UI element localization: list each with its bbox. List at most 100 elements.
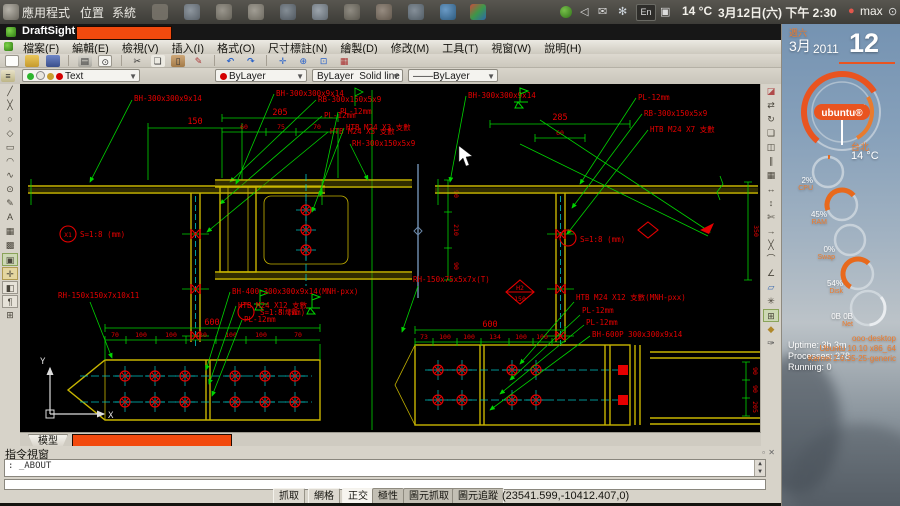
trim-tool-icon[interactable]: ✄	[763, 211, 779, 224]
gauge-label: RAM	[811, 219, 827, 226]
linetype-combo[interactable]: ByLayer Solid line ▼	[312, 69, 403, 82]
properties-tool-icon[interactable]: ✑	[763, 337, 779, 350]
redo-icon[interactable]: ↷	[244, 55, 258, 67]
edit-polyline-tool-icon[interactable]: ▱	[763, 281, 779, 294]
insert-tool-icon[interactable]: ◧	[2, 281, 18, 294]
tray-network-icon[interactable]: ▣	[660, 5, 670, 18]
gauge-disk	[840, 256, 876, 292]
properties-icon[interactable]: ▦	[337, 55, 351, 67]
region-tool-icon[interactable]: ▩	[2, 239, 18, 252]
offset-tool-icon[interactable]: ∥	[763, 155, 779, 168]
launcher-draftsight-icon[interactable]	[470, 4, 486, 20]
command-history[interactable]: : _ABOUT ▲ ▼	[4, 459, 766, 477]
panel-temperature[interactable]: 14 °C	[682, 4, 712, 18]
panel-clock[interactable]: 3月12日(六) 下午 2:30	[718, 4, 837, 21]
sketch-tool-icon[interactable]: ✎	[2, 197, 18, 210]
launcher-icon[interactable]	[248, 4, 264, 20]
tray-volume-icon[interactable]: ◁	[580, 5, 588, 18]
explode-tool-icon[interactable]: ✳	[763, 295, 779, 308]
cell-tool-icon[interactable]: ⊞	[2, 309, 18, 322]
drawing-canvas[interactable]: .g{stroke:#00d400;stroke-width:0.8;fill:…	[20, 84, 760, 432]
format-painter-icon[interactable]: ✎	[192, 55, 206, 67]
spline-tool-icon[interactable]: ∿	[2, 169, 18, 182]
pan-icon[interactable]: ✛	[276, 55, 290, 67]
zoom-fit-icon[interactable]: ⊕	[296, 55, 310, 67]
tray-status-icon[interactable]	[560, 6, 572, 18]
arc-tool-icon[interactable]: ◠	[2, 155, 18, 168]
launcher-icon[interactable]	[312, 4, 328, 20]
annotate-tool-icon[interactable]: ◆	[763, 323, 779, 336]
launcher-icon[interactable]	[280, 4, 296, 20]
launcher-browser-icon[interactable]	[440, 4, 456, 20]
launcher-icon[interactable]	[344, 4, 360, 20]
menu-places[interactable]: 位置	[80, 4, 104, 21]
tray-sound-menu-icon[interactable]: ●	[848, 5, 855, 17]
save-icon[interactable]	[45, 55, 60, 67]
rectangle-tool-icon[interactable]: ▭	[2, 141, 18, 154]
layer-value: Text	[65, 71, 84, 82]
tray-weather-icon[interactable]: ✻	[618, 5, 627, 18]
new-file-icon[interactable]	[5, 55, 19, 67]
polygon-tool-icon[interactable]: ◇	[2, 127, 18, 140]
menu-applications[interactable]: 應用程式	[22, 4, 70, 21]
copy-tool-icon[interactable]: ❏	[763, 127, 779, 140]
open-file-icon[interactable]	[25, 55, 40, 67]
pattern-tool-icon[interactable]: ▦	[763, 169, 779, 182]
cells-tool-icon[interactable]: ⊞	[763, 309, 779, 322]
keyboard-indicator[interactable]: En	[636, 4, 656, 21]
launcher-icon[interactable]	[152, 4, 168, 20]
chamfer-tool-icon[interactable]: ∠	[763, 267, 779, 280]
cut-icon[interactable]: ✂	[130, 55, 144, 67]
launcher-icon[interactable]	[408, 4, 424, 20]
dim-text: 90	[452, 262, 460, 270]
launcher-icon[interactable]	[216, 4, 232, 20]
chevron-down-icon: ▼	[487, 72, 495, 81]
sys-host: ooo-desktop	[851, 334, 896, 343]
move-tool-icon[interactable]: ⇄	[763, 99, 779, 112]
close-panel-icon[interactable]: ✕	[768, 448, 775, 457]
mirror-tool-icon[interactable]: ◫	[763, 141, 779, 154]
launcher-icon[interactable]	[376, 4, 392, 20]
print-icon[interactable]: ▤	[77, 55, 92, 67]
copy-icon[interactable]: ❏	[150, 55, 165, 67]
color-value: ByLayer	[229, 71, 266, 82]
distro-menu-icon[interactable]	[3, 4, 19, 20]
launcher-icon[interactable]	[184, 4, 200, 20]
stretch-tool-icon[interactable]: ↔	[763, 183, 779, 196]
hatch-tool-icon[interactable]: ▦	[2, 225, 18, 238]
extend-tool-icon[interactable]: →	[763, 225, 779, 238]
scale-tool-icon[interactable]: ↕	[763, 197, 779, 210]
construction-line-tool-icon[interactable]: ╳	[2, 99, 18, 112]
text-tool-icon[interactable]: A	[2, 211, 18, 224]
note-tool-icon[interactable]: ¶	[2, 295, 18, 308]
scroll-spinner[interactable]: ▲ ▼	[754, 460, 765, 476]
print-preview-icon[interactable]: ⊙	[98, 55, 113, 67]
zoom-window-icon[interactable]: ⊡	[317, 55, 331, 67]
layer-combo[interactable]: Text ▼	[22, 69, 140, 82]
block-tool-icon[interactable]: ✛	[2, 267, 18, 280]
gauge-ram	[824, 187, 860, 223]
split-tool-icon[interactable]: ╳	[763, 239, 779, 252]
undo-icon[interactable]: ↶	[223, 55, 237, 67]
color-combo[interactable]: ByLayer ▼	[215, 69, 307, 82]
line-tool-icon[interactable]: ╱	[2, 85, 18, 98]
menu-system[interactable]: 系統	[112, 4, 136, 21]
menu-bar: 檔案(F) 編輯(E) 檢視(V) 插入(I) 格式(O) 尺寸標註(N) 繪製…	[0, 40, 781, 55]
float-panel-icon[interactable]: ▫	[762, 448, 765, 457]
panel-username[interactable]: max	[860, 4, 883, 18]
session-power-icon[interactable]: ⊙	[888, 5, 897, 18]
point-tool-icon[interactable]: ⊙	[2, 183, 18, 196]
table-tool-icon[interactable]: ▣	[2, 253, 18, 266]
circle-tool-icon[interactable]: ○	[2, 113, 18, 126]
lineweight-combo[interactable]: ——ByLayer ▼	[408, 69, 498, 82]
tray-mail-icon[interactable]: ✉	[598, 5, 607, 18]
axis-x-label: X	[108, 411, 114, 421]
layer-manager-icon[interactable]: ≡	[1, 70, 15, 82]
fillet-tool-icon[interactable]: ⌒	[763, 253, 779, 266]
gauge-value: 54%	[826, 279, 843, 288]
erase-tool-icon[interactable]: ◪	[763, 85, 779, 98]
detail-mark: H2	[516, 284, 524, 292]
rotate-tool-icon[interactable]: ↻	[763, 113, 779, 126]
paste-icon[interactable]: ▯	[171, 55, 186, 67]
title-bar[interactable]: DraftSight -	[0, 24, 781, 40]
